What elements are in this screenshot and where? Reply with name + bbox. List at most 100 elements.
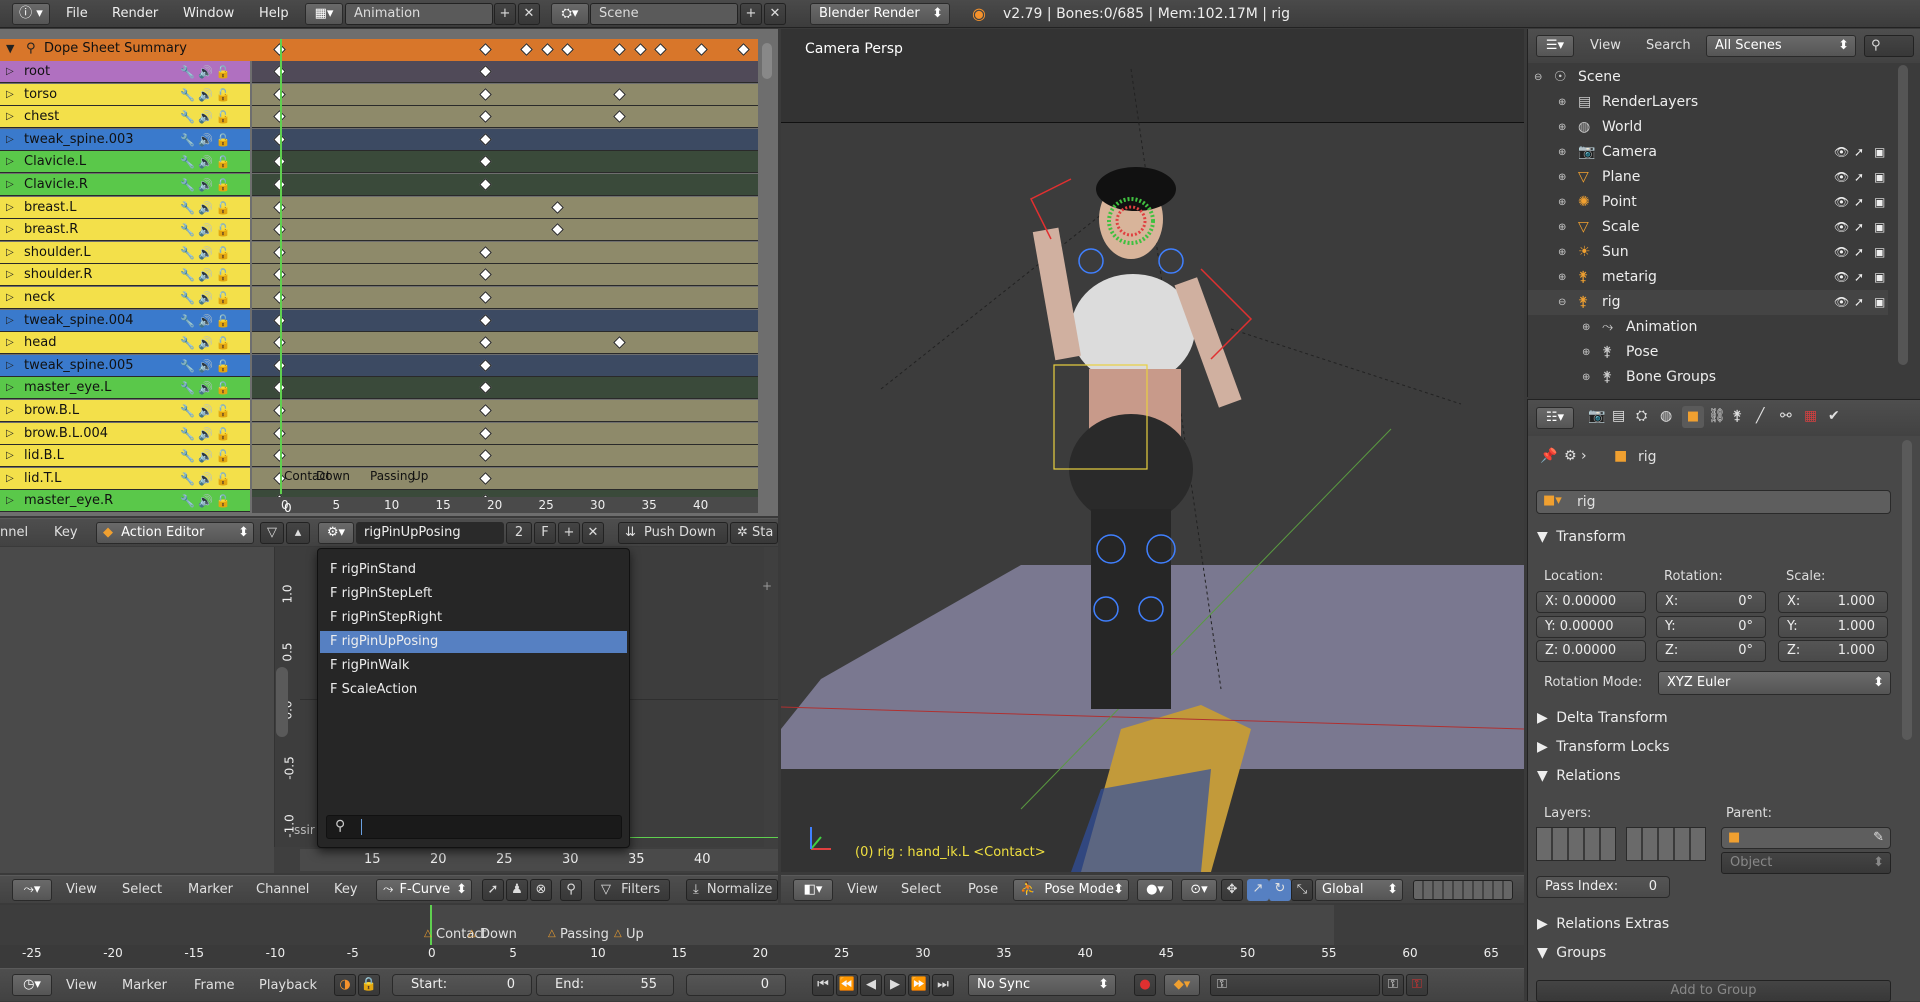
dropdown-search-box[interactable]: ⚲: [326, 815, 622, 839]
channel-row[interactable]: ▷ brow.B.L 🔧🔊🔓: [0, 400, 250, 422]
keyframe[interactable]: [479, 43, 492, 56]
keyframe-track[interactable]: [252, 422, 758, 445]
menu-key[interactable]: Key: [54, 519, 78, 547]
search-input[interactable]: [361, 819, 364, 835]
transform-panel-header[interactable]: ▼ Transform: [1537, 524, 1897, 550]
keyframe-track[interactable]: [252, 241, 758, 264]
search-icon[interactable]: ⚲: [1864, 35, 1914, 57]
keyframe[interactable]: [695, 43, 709, 56]
keying-set-field[interactable]: ⚿: [1210, 974, 1380, 996]
action-menu-item[interactable]: F rigPinStepRight: [320, 607, 627, 629]
add-screen-icon[interactable]: +: [494, 3, 516, 25]
outliner-scrollbar[interactable]: [1898, 65, 1908, 365]
cursor-icon[interactable]: ➚: [1854, 290, 1864, 315]
parent-type-select[interactable]: Object ⬍: [1721, 852, 1891, 874]
layer-grid-1[interactable]: [1536, 827, 1616, 861]
channel-row[interactable]: ▷ breast.R 🔧🔊🔓: [0, 219, 250, 242]
timeline-menu-view[interactable]: View: [66, 969, 97, 1002]
eye-icon[interactable]: 👁: [1834, 140, 1849, 165]
up-arrow-button[interactable]: ▴: [286, 522, 310, 544]
insert-keyframe-icon[interactable]: ⚿: [1382, 974, 1404, 996]
cursor-icon[interactable]: ➚: [1854, 265, 1864, 290]
timeline-marker-down[interactable]: Down: [480, 927, 517, 942]
timeline-area[interactable]: Contact Down Passing Up -25 -20 -15 -10 -5 0 5…: [0, 905, 1524, 961]
eye-icon[interactable]: 👁: [1834, 215, 1849, 240]
expand-icon[interactable]: ⊕: [1582, 365, 1590, 390]
expand-icon[interactable]: ⊕: [1558, 165, 1566, 190]
keyframe[interactable]: [613, 43, 626, 56]
jump-end-icon[interactable]: ⏭: [932, 974, 954, 996]
channel-toggle-icons[interactable]: 🔧🔊🔓: [180, 332, 234, 354]
keyframe[interactable]: [479, 449, 492, 463]
keyframe[interactable]: [736, 43, 750, 56]
chevron-right-icon[interactable]: ▷: [6, 377, 14, 399]
render-icon[interactable]: ▣: [1874, 265, 1885, 290]
channel-toggle-icons[interactable]: 🔧🔊🔓: [180, 219, 234, 241]
marker-up[interactable]: Up: [412, 469, 428, 483]
rotation-field[interactable]: X: 0°: [1656, 591, 1766, 613]
eye-icon[interactable]: 👁: [1834, 240, 1849, 265]
cursor-icon[interactable]: ➚: [1854, 165, 1864, 190]
push-down-button[interactable]: ⇊ Push Down: [618, 522, 728, 544]
scene-tab-icon[interactable]: ⛭: [1636, 408, 1647, 424]
properties-scrollbar[interactable]: [1902, 440, 1912, 740]
keyframe[interactable]: [654, 43, 667, 56]
outliner-row[interactable]: ⊕ ⤳ Animation: [1528, 315, 1888, 340]
expand-icon[interactable]: ⊕: [1582, 315, 1590, 340]
outliner-row[interactable]: ⊕ ✺ Point 👁 ➚ ▣: [1528, 190, 1888, 215]
play-reverse-icon[interactable]: ◀: [860, 974, 882, 996]
channel-row[interactable]: ▷ Clavicle.L 🔧🔊🔓: [0, 151, 250, 174]
action-menu-item[interactable]: F rigPinStand: [320, 559, 627, 581]
bone-constraints-tab-icon[interactable]: ⚯: [1780, 408, 1792, 424]
keyframe[interactable]: [551, 223, 564, 237]
chevron-right-icon[interactable]: ▷: [6, 129, 14, 151]
keyframe-track[interactable]: [252, 354, 758, 377]
rotate-icon[interactable]: ↻: [1269, 879, 1291, 901]
timeline-menu-marker[interactable]: Marker: [122, 969, 167, 1002]
graph-menu-select[interactable]: Select: [122, 876, 162, 904]
rotation-mode-select[interactable]: XYZ Euler ⬍: [1658, 671, 1891, 695]
outliner-row[interactable]: ⊖ ☉ Scene: [1528, 65, 1888, 90]
location-field[interactable]: Y: 0.00000: [1536, 615, 1646, 638]
outliner-row[interactable]: ⊕ ☀ Sun 👁 ➚ ▣: [1528, 240, 1888, 265]
expand-icon[interactable]: ⊕: [1558, 240, 1566, 265]
eye-icon[interactable]: 👁: [1834, 165, 1849, 190]
stash-button[interactable]: ✲ Sta: [730, 522, 778, 544]
keyframe-track[interactable]: [252, 61, 758, 83]
dopesheet-summary-row[interactable]: ▼ ⚲ Dope Sheet Summary: [0, 39, 758, 61]
end-frame-field[interactable]: End: 55: [536, 974, 674, 996]
keyframe[interactable]: [479, 178, 492, 191]
keyframe[interactable]: [479, 404, 492, 417]
location-field[interactable]: Z: 0.00000: [1536, 640, 1646, 662]
action-name-field[interactable]: rigPinUpPosing: [356, 522, 504, 544]
viewport-menu-select[interactable]: Select: [901, 876, 941, 904]
outliner-row[interactable]: ⊕ ▤ RenderLayers: [1528, 90, 1888, 115]
shading-select[interactable]: ●▾: [1137, 879, 1173, 901]
orientation-select[interactable]: Global ⬍: [1315, 879, 1403, 901]
cursor-icon[interactable]: ➚: [1854, 240, 1864, 265]
pass-index-field[interactable]: Pass Index: 0: [1536, 876, 1670, 898]
ghost-icon[interactable]: ♟: [506, 879, 528, 901]
channel-toggle-icons[interactable]: 🔧🔊🔓: [180, 355, 234, 377]
timeline-editor-type-button[interactable]: ◷▾: [12, 974, 52, 996]
next-keyframe-icon[interactable]: ⏩: [908, 974, 930, 996]
layer-grid-2[interactable]: [1626, 827, 1706, 861]
graph-menu-key[interactable]: Key: [334, 876, 358, 904]
outliner-row[interactable]: ⊕ ⚵ Pose: [1528, 340, 1888, 365]
frame-ruler[interactable]: [252, 497, 758, 513]
menu-render[interactable]: Render: [112, 0, 158, 28]
keyframe[interactable]: [479, 87, 492, 101]
unlink-action-icon[interactable]: ✕: [582, 522, 604, 544]
timeline-marker-up[interactable]: Up: [626, 927, 644, 942]
chevron-right-icon[interactable]: ▷: [6, 151, 14, 173]
channel-row[interactable]: ▷ master_eye.L 🔧🔊🔓: [0, 377, 250, 400]
screen-layout-field[interactable]: Animation: [345, 3, 493, 25]
channel-row[interactable]: ▷ torso 🔧🔊🔓: [0, 83, 250, 106]
object-name-row[interactable]: ■▾ rig: [1536, 490, 1891, 514]
keyframe-track[interactable]: [252, 106, 758, 129]
pivot-select[interactable]: ⊙▾: [1181, 879, 1217, 901]
keyframe-track[interactable]: [252, 377, 758, 400]
action-menu-item[interactable]: F rigPinStepLeft: [320, 583, 627, 605]
channel-row[interactable]: ▷ lid.B.L 🔧🔊🔓: [0, 445, 250, 468]
scale-field[interactable]: X: 1.000: [1778, 591, 1888, 613]
